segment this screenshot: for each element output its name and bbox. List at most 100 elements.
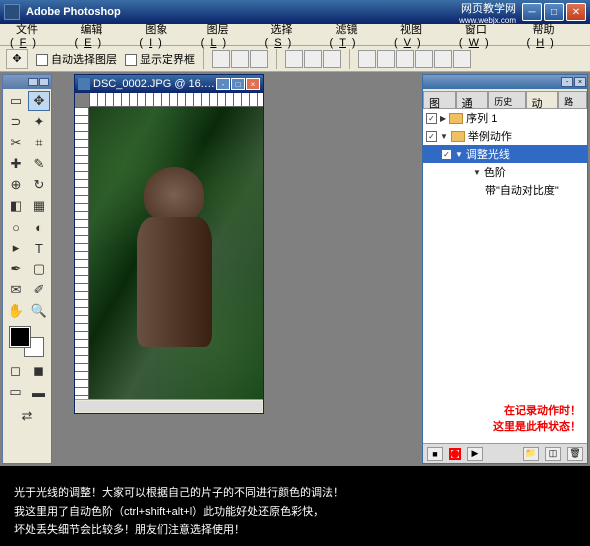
menu-filter[interactable]: 滤镜(T) — [324, 19, 388, 51]
scrollbar-horizontal[interactable] — [75, 399, 263, 413]
action-step-row[interactable]: ▼ 色阶 — [423, 163, 587, 181]
tab-layers[interactable]: 图层 — [423, 91, 456, 108]
jump-to-iw[interactable]: ⇄ — [7, 406, 47, 426]
menu-layer[interactable]: 图层(L) — [195, 19, 259, 51]
close-icon[interactable] — [39, 78, 49, 86]
menu-image[interactable]: 图象(I) — [133, 19, 194, 51]
distribute-icon[interactable] — [434, 50, 452, 68]
quickmask-off[interactable]: ◻ — [5, 361, 27, 381]
show-bounds-checkbox[interactable]: 显示定界框 — [125, 51, 195, 67]
panel-minimize[interactable]: - — [561, 77, 573, 87]
foreground-swatch[interactable] — [10, 327, 30, 347]
tab-paths[interactable]: 路径 — [558, 91, 587, 108]
action-row-selected[interactable]: ✓ ▼ 调整光线 — [423, 145, 587, 163]
distribute-icon[interactable] — [396, 50, 414, 68]
menu-window[interactable]: 窗口(W) — [453, 19, 521, 51]
auto-select-checkbox[interactable]: 自动选择图层 — [36, 51, 117, 67]
collapse-icon[interactable]: ▼ — [473, 168, 481, 177]
distribute-icon[interactable] — [377, 50, 395, 68]
panel-titlebar[interactable]: - × — [423, 75, 587, 89]
distribute-icon[interactable] — [304, 50, 322, 68]
minimize-icon[interactable] — [28, 78, 38, 86]
align-icon[interactable] — [231, 50, 249, 68]
align-icon[interactable] — [250, 50, 268, 68]
notes-tool[interactable]: ✉ — [5, 280, 27, 300]
crop-tool[interactable]: ✂ — [5, 133, 27, 153]
stamp-tool[interactable]: ⊕ — [5, 175, 27, 195]
hand-tool[interactable]: ✋ — [5, 301, 27, 321]
new-action-button[interactable]: ◫ — [545, 447, 561, 461]
lasso-tool[interactable]: ⊃ — [5, 112, 27, 132]
gradient-tool[interactable]: ▦ — [28, 196, 50, 216]
tab-history[interactable]: 历史记 — [488, 91, 525, 108]
eraser-tool[interactable]: ◧ — [5, 196, 27, 216]
action-row[interactable]: ✓ ▶ 序列 1 — [423, 109, 587, 127]
menu-file[interactable]: 文件(F) — [4, 19, 68, 51]
action-label: 带"自动对比度" — [485, 182, 559, 198]
marquee-tool[interactable]: ▭ — [5, 91, 27, 111]
quickmask-on[interactable]: ◼ — [28, 361, 50, 381]
distribute-icon[interactable] — [415, 50, 433, 68]
action-step-row[interactable]: 带"自动对比度" — [423, 181, 587, 199]
brush-tool[interactable]: ✎ — [28, 154, 50, 174]
menu-view[interactable]: 视图(V) — [388, 19, 453, 51]
toggle-icon[interactable]: ✓ — [426, 131, 437, 142]
panel-tabs: 图层 通道 历史记 动作 路径 — [423, 89, 587, 109]
heal-tool[interactable]: ✚ — [5, 154, 27, 174]
menu-edit[interactable]: 编辑(E) — [68, 19, 133, 51]
distribute-icon[interactable] — [323, 50, 341, 68]
stop-button[interactable]: ■ — [427, 447, 443, 461]
toggle-icon[interactable]: ✓ — [426, 113, 437, 124]
slice-tool[interactable]: ⌗ — [28, 133, 50, 153]
doc-close[interactable]: × — [246, 78, 260, 90]
actions-panel: - × 图层 通道 历史记 动作 路径 ✓ ▶ 序列 1 ✓ ▼ — [422, 74, 588, 464]
menu-select[interactable]: 选择(S) — [259, 19, 324, 51]
color-swatches[interactable] — [10, 327, 44, 357]
collapse-icon[interactable]: ▼ — [455, 150, 463, 159]
panel-close[interactable]: × — [574, 77, 586, 87]
distribute-icon[interactable] — [285, 50, 303, 68]
wand-tool[interactable]: ✦ — [28, 112, 50, 132]
blur-tool[interactable]: ○ — [5, 217, 27, 237]
separator — [276, 49, 277, 69]
separator — [203, 49, 204, 69]
path-tool[interactable]: ▸ — [5, 238, 27, 258]
ruler-vertical[interactable] — [75, 107, 89, 399]
document-titlebar[interactable]: DSC_0002.JPG @ 16.7%(... - □ × — [75, 75, 263, 93]
toolbox-titlebar[interactable] — [3, 75, 51, 89]
expand-icon[interactable]: ▶ — [440, 114, 446, 123]
move-tool-preset[interactable]: ✥ — [6, 49, 28, 69]
align-icon[interactable] — [212, 50, 230, 68]
eyedropper-tool[interactable]: ✐ — [28, 280, 50, 300]
screenmode-1[interactable]: ▭ — [5, 382, 27, 402]
actions-footer: ■ ▶ 📁 ◫ 🗑 — [423, 443, 587, 463]
tab-channels[interactable]: 通道 — [456, 91, 489, 108]
trash-button[interactable]: 🗑 — [567, 447, 583, 461]
action-row[interactable]: ✓ ▼ 举例动作 — [423, 127, 587, 145]
distribute-buttons — [285, 50, 341, 68]
action-label: 举例动作 — [468, 128, 512, 144]
type-tool[interactable]: T — [28, 238, 50, 258]
doc-minimize[interactable]: - — [216, 78, 230, 90]
doc-maximize[interactable]: □ — [231, 78, 245, 90]
move-tool[interactable]: ✥ — [28, 91, 50, 111]
dodge-tool[interactable]: ◐ — [28, 217, 50, 237]
tab-actions[interactable]: 动作 — [526, 91, 559, 108]
zoom-tool[interactable]: 🔍 — [28, 301, 50, 321]
folder-icon — [451, 131, 465, 142]
ruler-horizontal[interactable] — [89, 93, 263, 107]
toggle-icon[interactable]: ✓ — [441, 149, 452, 160]
new-set-button[interactable]: 📁 — [523, 447, 539, 461]
canvas[interactable] — [89, 107, 263, 399]
distribute-icon[interactable] — [358, 50, 376, 68]
history-brush-tool[interactable]: ↻ — [28, 175, 50, 195]
play-button[interactable]: ▶ — [467, 447, 483, 461]
menu-help[interactable]: 帮助(H) — [521, 19, 587, 51]
pen-tool[interactable]: ✒ — [5, 259, 27, 279]
distribute-icon[interactable] — [453, 50, 471, 68]
shape-tool[interactable]: ▢ — [28, 259, 50, 279]
record-button[interactable] — [449, 448, 461, 460]
collapse-icon[interactable]: ▼ — [440, 132, 448, 141]
screenmode-2[interactable]: ▬ — [28, 382, 50, 402]
align-buttons — [212, 50, 268, 68]
